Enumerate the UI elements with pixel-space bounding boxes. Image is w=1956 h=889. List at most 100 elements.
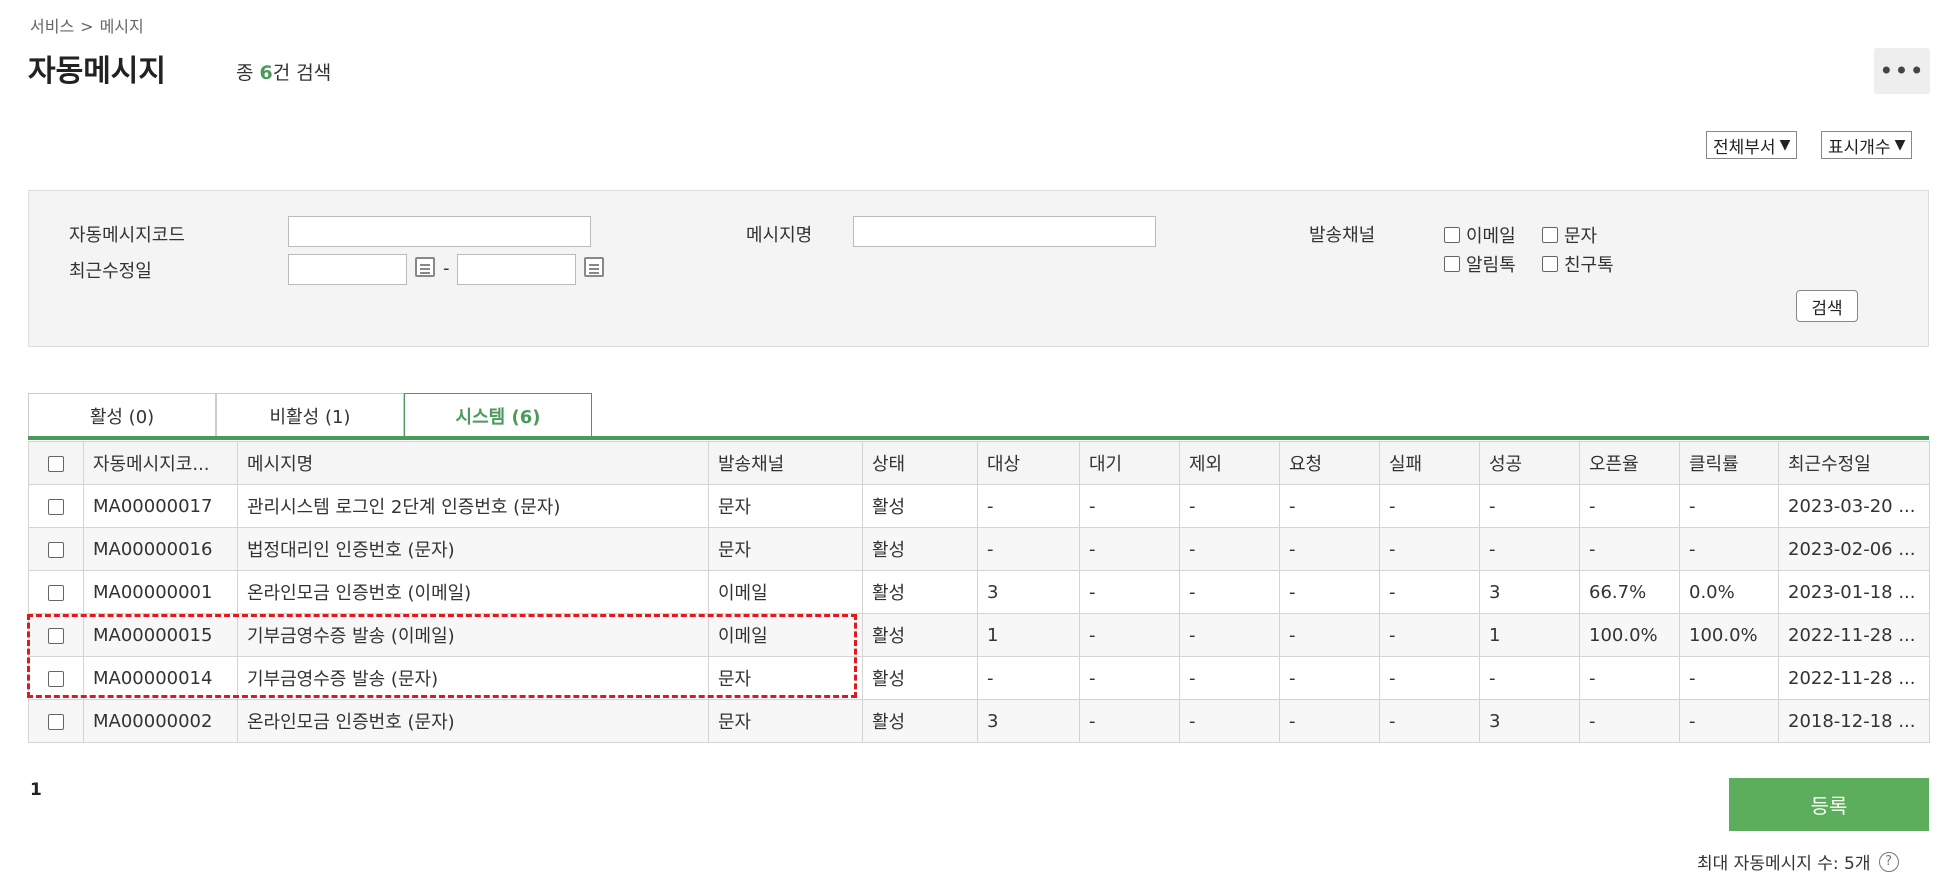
table-cell: 100.0% (1679, 613, 1779, 657)
table-cell: 1 (977, 613, 1080, 657)
page-number[interactable]: 1 (30, 780, 42, 800)
column-header[interactable]: 발송채널 (708, 441, 863, 485)
checkbox-box[interactable] (1444, 256, 1460, 272)
column-header[interactable]: 요청 (1279, 441, 1380, 485)
table-row[interactable]: MA00000017 관리시스템 로그인 2단계 인증번호 (문자) 문자 활성 - - -… (28, 484, 1930, 528)
row-checkbox[interactable] (48, 498, 64, 515)
table-cell: - (1579, 656, 1680, 700)
table-cell: - (1379, 613, 1480, 657)
column-header[interactable]: 클릭률 (1679, 441, 1779, 485)
column-header[interactable]: 대기 (1079, 441, 1180, 485)
table-cell: 2022-11-28 ... (1778, 613, 1930, 657)
calendar-icon[interactable] (584, 257, 604, 277)
table-cell[interactable]: 온라인모금 인증번호 (문자) (237, 699, 709, 743)
row-checkbox[interactable] (48, 670, 64, 687)
table-row[interactable]: MA00000015 기부금영수증 발송 (이메일) 이메일 활성 1- - - -1 100.… (28, 613, 1930, 657)
table-cell: 2022-11-28 ... (1778, 656, 1930, 700)
row-checkbox-cell (28, 527, 84, 571)
tab-active[interactable]: 활성 (0) (28, 393, 216, 437)
row-checkbox[interactable] (48, 713, 64, 730)
more-options-button[interactable]: ••• (1874, 48, 1930, 94)
column-header[interactable]: 대상 (977, 441, 1080, 485)
tab-underline (28, 436, 1929, 440)
register-button[interactable]: 등록 (1729, 778, 1929, 831)
date-to-input[interactable] (457, 254, 576, 285)
table-cell: - (1379, 699, 1480, 743)
table-cell[interactable]: 온라인모금 인증번호 (이메일) (237, 570, 709, 614)
status-tabs: 활성 (0) 비활성 (1) 시스템 (6) (28, 393, 592, 437)
row-checkbox[interactable] (48, 584, 64, 601)
table-cell: - (1179, 656, 1280, 700)
table-cell[interactable]: 관리시스템 로그인 2단계 인증번호 (문자) (237, 484, 709, 528)
table-row[interactable]: MA00000016 법정대리인 인증번호 (문자) 문자 활성 - - - - - - - -202… (28, 527, 1930, 571)
table-cell: - (1479, 484, 1580, 528)
column-header[interactable]: 상태 (862, 441, 978, 485)
row-checkbox-cell (28, 484, 84, 528)
display-count-select[interactable]: 표시개수 ▼ (1821, 131, 1913, 159)
table-cell: 문자 (708, 656, 863, 700)
channel-friendtalk-checkbox[interactable]: 친구톡 (1542, 251, 1614, 277)
table-cell: 활성 (862, 570, 978, 614)
channel-alimtalk-checkbox[interactable]: 알림톡 (1444, 251, 1516, 277)
column-header[interactable]: 메시지명 (237, 441, 709, 485)
table-cell: MA00000014 (83, 656, 238, 700)
table-cell[interactable]: 기부금영수증 발송 (이메일) (237, 613, 709, 657)
table-cell: - (977, 484, 1080, 528)
channel-alimtalk-label: 알림톡 (1466, 255, 1516, 276)
table-cell: - (1279, 656, 1380, 700)
date-from-input[interactable] (288, 254, 407, 285)
table-cell: - (1079, 527, 1180, 571)
table-cell: 3 (977, 699, 1080, 743)
row-checkbox-cell (28, 699, 84, 743)
search-button[interactable]: 검색 (1796, 290, 1858, 322)
channel-sms-checkbox[interactable]: 문자 (1542, 222, 1597, 248)
table-cell: MA00000016 (83, 527, 238, 571)
table-cell: 2023-01-18 ... (1778, 570, 1930, 614)
column-header[interactable]: 자동메시지코... (83, 441, 238, 485)
table-cell: 활성 (862, 527, 978, 571)
table-cell: - (1079, 613, 1180, 657)
table-row[interactable]: MA00000014 기부금영수증 발송 (문자) 문자 활성 - - - - - - - -2022… (28, 656, 1930, 700)
help-icon[interactable]: ? (1878, 851, 1899, 872)
modified-date-label: 최근수정일 (69, 261, 152, 282)
column-header[interactable]: 실패 (1379, 441, 1480, 485)
channel-email-checkbox[interactable]: 이메일 (1444, 222, 1516, 248)
checkbox-box[interactable] (1444, 227, 1460, 243)
code-label: 자동메시지코드 (69, 225, 185, 246)
department-select[interactable]: 전체부서 ▼ (1706, 131, 1798, 159)
select-all-checkbox[interactable] (48, 455, 64, 472)
column-header[interactable]: 오픈율 (1579, 441, 1680, 485)
table-cell: - (977, 527, 1080, 571)
checkbox-box[interactable] (1542, 227, 1558, 243)
column-header[interactable]: 성공 (1479, 441, 1580, 485)
table-cell: 활성 (862, 613, 978, 657)
column-header[interactable]: 제외 (1179, 441, 1280, 485)
row-checkbox-cell (28, 613, 84, 657)
calendar-icon[interactable] (415, 257, 435, 277)
breadcrumb-item-message[interactable]: 메시지 (100, 17, 144, 36)
breadcrumb-item-service[interactable]: 서비스 (30, 17, 74, 36)
result-count-prefix: 종 (236, 62, 254, 84)
row-checkbox[interactable] (48, 627, 64, 644)
table-row[interactable]: MA00000001 온라인모금 인증번호 (이메일) 이메일 활성 3- - - -3 66.… (28, 570, 1930, 614)
column-header[interactable]: 최근수정일 (1778, 441, 1930, 485)
table-cell: - (1279, 570, 1380, 614)
table-cell: - (977, 656, 1080, 700)
table-row[interactable]: MA00000002 온라인모금 인증번호 (문자) 문자 활성 3- - - -3- -201… (28, 699, 1930, 743)
table-cell[interactable]: 기부금영수증 발송 (문자) (237, 656, 709, 700)
table-cell: - (1379, 484, 1480, 528)
row-checkbox[interactable] (48, 541, 64, 558)
breadcrumb: 서비스 > 메시지 (30, 13, 150, 37)
table-cell: - (1279, 699, 1380, 743)
table-cell: - (1279, 527, 1380, 571)
table-cell[interactable]: 법정대리인 인증번호 (문자) (237, 527, 709, 571)
more-horizontal-icon: ••• (1879, 57, 1925, 85)
checkbox-box[interactable] (1542, 256, 1558, 272)
code-input[interactable] (288, 216, 591, 247)
message-name-input[interactable] (853, 216, 1156, 247)
tab-inactive[interactable]: 비활성 (1) (216, 393, 404, 437)
table-cell: 활성 (862, 699, 978, 743)
channel-label: 발송채널 (1309, 225, 1376, 246)
table-cell: - (1679, 656, 1779, 700)
tab-system[interactable]: 시스템 (6) (404, 393, 592, 437)
